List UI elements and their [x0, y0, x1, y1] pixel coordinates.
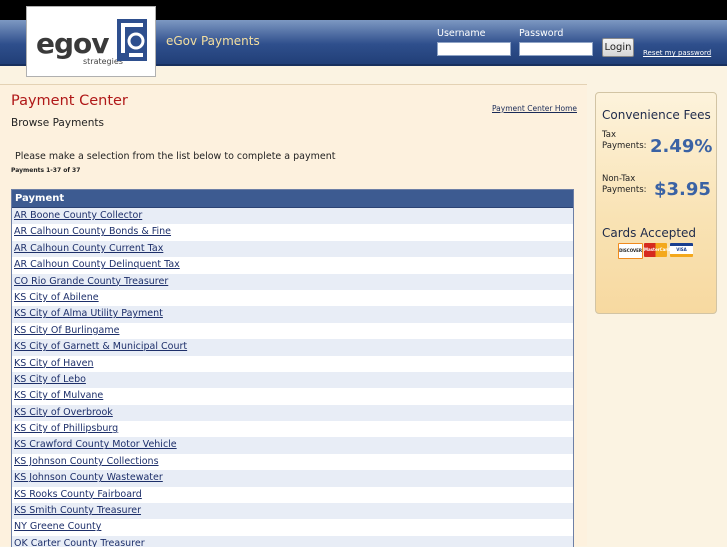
payment-link[interactable]: AR Calhoun County Current Tax — [14, 243, 163, 254]
payment-row: CO Rio Grande County Treasurer — [12, 273, 573, 290]
password-input[interactable] — [519, 42, 593, 56]
payment-link[interactable]: KS Johnson County Wastewater — [14, 472, 163, 483]
payment-row: KS Crawford County Motor Vehicle — [12, 437, 573, 454]
payment-row: KS City of Lebo — [12, 371, 573, 389]
nontax-label: Non-Tax Payments: — [602, 174, 647, 196]
discover-card-label: DISCOVER — [619, 248, 642, 253]
payment-link[interactable]: KS City of Alma Utility Payment — [14, 308, 163, 319]
egov-logo[interactable]: egov strategies — [26, 6, 156, 77]
tax-label-line-2: Payments: — [602, 141, 647, 151]
payment-row: NY Greene County — [12, 519, 573, 536]
visa-card-label: VISA — [676, 247, 687, 252]
instructions-text: Please make a selection from the list be… — [15, 151, 336, 162]
login-button[interactable]: Login — [602, 38, 634, 57]
payment-row: AR Calhoun County Current Tax — [12, 240, 573, 258]
mastercard-icon: MasterCard — [644, 243, 671, 257]
nontax-label-line-2: Payments: — [602, 185, 647, 195]
payment-link[interactable]: KS Rooks County Fairboard — [14, 489, 142, 500]
mastercard-label: MasterCard — [644, 247, 671, 252]
payment-link[interactable]: AR Calhoun County Bonds & Fine — [14, 226, 171, 237]
payment-link[interactable]: KS Johnson County Collections — [14, 456, 159, 467]
cards-accepted-title: Cards Accepted — [602, 226, 697, 240]
payment-row: KS City of Haven — [12, 355, 573, 372]
payment-link[interactable]: CO Rio Grande County Treasurer — [14, 276, 168, 287]
payment-row: KS City Of Burlingame — [12, 322, 573, 340]
username-label: Username — [437, 28, 486, 39]
payments-table-body: AR Boone County Collector AR Calhoun Coun… — [12, 208, 573, 547]
payment-link[interactable]: KS City of Haven — [14, 358, 94, 369]
payment-link[interactable]: KS City of Overbrook — [14, 407, 113, 418]
username-input[interactable] — [437, 42, 511, 56]
tax-label-line-1: Tax — [602, 130, 617, 140]
payment-link[interactable]: AR Boone County Collector — [14, 210, 142, 221]
payment-row: KS City of Abilene — [12, 289, 573, 307]
reset-password-link[interactable]: Reset my password — [643, 49, 711, 57]
payment-row: KS City of Garnett & Municipal Court — [12, 339, 573, 356]
tax-fee-value: 2.49% — [650, 136, 713, 157]
payment-link[interactable]: KS City of Abilene — [14, 292, 99, 303]
payment-row: OK Carter County Treasurer — [12, 535, 573, 547]
payment-center-home-link[interactable]: Payment Center Home — [492, 104, 577, 113]
payments-table: Payment AR Boone County Collector AR Calh… — [11, 189, 574, 547]
payment-link[interactable]: NY Greene County — [14, 521, 101, 532]
payments-table-header: Payment — [12, 190, 573, 208]
nontax-fee-value: $3.95 — [654, 179, 711, 200]
tax-label: Tax Payments: — [602, 130, 647, 152]
page-subtitle: Browse Payments — [11, 117, 105, 129]
convenience-fees-panel: Convenience Fees Tax Payments: 2.49% Non… — [595, 92, 717, 314]
payment-link[interactable]: KS City of Garnett & Municipal Court — [14, 341, 187, 352]
payment-row: AR Calhoun County Bonds & Fine — [12, 224, 573, 241]
payment-row: KS City of Overbrook — [12, 404, 573, 422]
password-label: Password — [519, 28, 564, 39]
payment-row: KS Johnson County Collections — [12, 453, 573, 471]
payment-link[interactable]: AR Calhoun County Delinquent Tax — [14, 259, 180, 270]
page-title: Payment Center — [11, 93, 128, 109]
payment-link[interactable]: OK Carter County Treasurer — [14, 538, 145, 547]
payment-row: KS City of Phillipsburg — [12, 421, 573, 438]
payment-row: KS Johnson County Wastewater — [12, 470, 573, 487]
main-content: Payment Center Payment Center Home Brows… — [0, 84, 587, 547]
logo-mark-icon — [117, 19, 147, 61]
payment-link[interactable]: KS City of Phillipsburg — [14, 423, 118, 434]
payment-link[interactable]: KS City Of Burlingame — [14, 325, 119, 336]
payment-link[interactable]: KS City of Mulvane — [14, 390, 103, 401]
payment-row: KS Rooks County Fairboard — [12, 486, 573, 504]
payment-row: KS City of Alma Utility Payment — [12, 306, 573, 323]
nontax-label-line-1: Non-Tax — [602, 174, 636, 184]
visa-card-icon: VISA — [670, 243, 693, 257]
payment-link[interactable]: KS Crawford County Motor Vehicle — [14, 439, 177, 450]
site-title: eGov Payments — [166, 34, 260, 48]
convenience-fees-title: Convenience Fees — [602, 108, 711, 122]
payment-row: KS City of Mulvane — [12, 388, 573, 405]
discover-card-icon: DISCOVER — [618, 243, 643, 259]
payment-link[interactable]: KS Smith County Treasurer — [14, 505, 141, 516]
payment-row: AR Calhoun County Delinquent Tax — [12, 257, 573, 274]
payment-row: KS Smith County Treasurer — [12, 503, 573, 520]
payments-count: Payments 1-37 of 37 — [11, 167, 81, 174]
payment-link[interactable]: KS City of Lebo — [14, 374, 86, 385]
logo-wordmark: egov — [36, 27, 110, 60]
payment-row: AR Boone County Collector — [12, 208, 573, 225]
